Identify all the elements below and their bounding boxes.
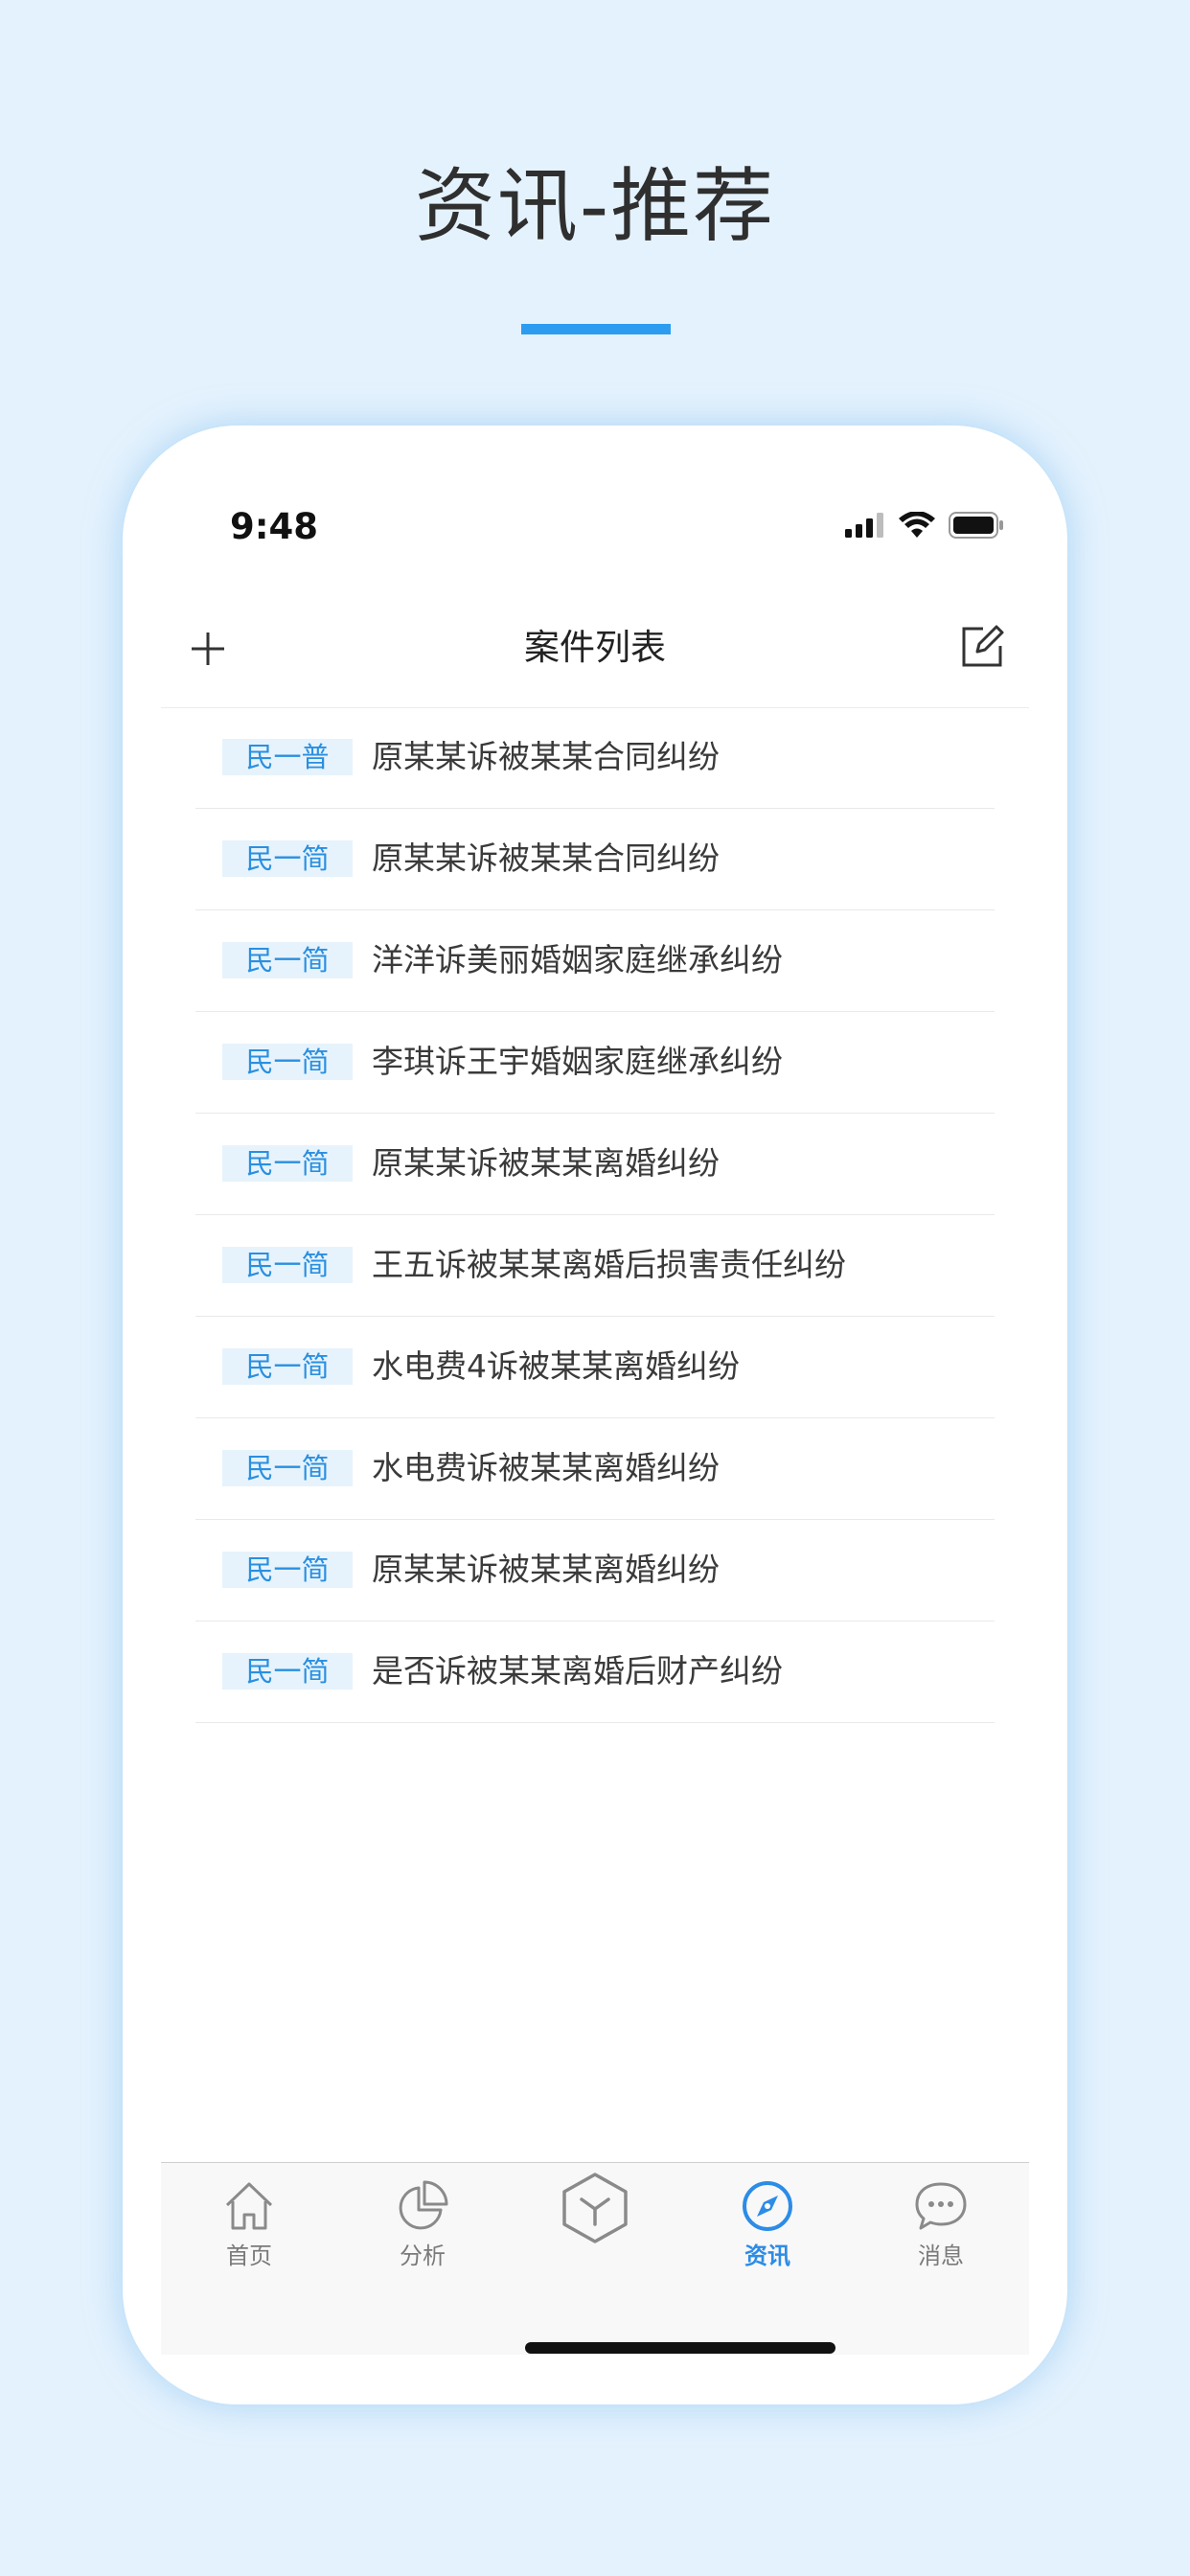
- tab-label: 首页: [226, 2242, 272, 2269]
- case-badge: 民一简: [222, 1145, 353, 1182]
- case-badge: 民一简: [222, 1552, 353, 1588]
- case-row[interactable]: 民一简 原某某诉被某某合同纠纷: [195, 809, 995, 910]
- case-badge: 民一简: [222, 1653, 353, 1690]
- case-row[interactable]: 民一简 李琪诉王宇婚姻家庭继承纠纷: [195, 1012, 995, 1114]
- case-title: 原某某诉被某某离婚纠纷: [372, 1144, 720, 1182]
- case-title: 原某某诉被某某合同纠纷: [372, 738, 720, 775]
- tab-label: 消息: [918, 2242, 964, 2269]
- home-icon: [225, 2182, 273, 2230]
- compass-icon: [743, 2181, 792, 2231]
- headline-underline: [521, 324, 671, 334]
- case-title: 是否诉被某某离婚后财产纠纷: [372, 1652, 783, 1690]
- cube-icon: [562, 2173, 628, 2243]
- page-headline: 资讯-推荐: [414, 159, 776, 253]
- tab-center[interactable]: [538, 2171, 652, 2251]
- tab-analysis[interactable]: 分析: [365, 2178, 480, 2272]
- case-badge: 民一简: [222, 942, 353, 978]
- chat-bubble-icon: [915, 2182, 967, 2230]
- status-time: 9:48: [230, 506, 319, 547]
- status-icons: [845, 512, 1004, 539]
- case-row[interactable]: 民一普 原某某诉被某某合同纠纷: [195, 707, 995, 809]
- tab-bar: 首页 分析 资讯 消息: [161, 2162, 1029, 2355]
- edit-icon[interactable]: [958, 623, 1006, 671]
- case-row[interactable]: 民一简 原某某诉被某某离婚纠纷: [195, 1520, 995, 1622]
- pie-chart-icon: [399, 2180, 448, 2230]
- case-badge: 民一简: [222, 1450, 353, 1486]
- tab-messages[interactable]: 消息: [883, 2178, 998, 2272]
- home-indicator: [525, 2342, 835, 2354]
- phone-frame: 9:48 案件列表 民一普 原某某诉被某某合同纠纷 民一简 原某某诉被某某合同纠…: [123, 426, 1067, 2404]
- case-row[interactable]: 民一简 王五诉被某某离婚后损害责任纠纷: [195, 1215, 995, 1317]
- navigation-bar: 案件列表: [161, 588, 1029, 708]
- case-badge: 民一简: [222, 1247, 353, 1283]
- case-title: 李琪诉王宇婚姻家庭继承纠纷: [372, 1043, 783, 1080]
- battery-icon: [949, 512, 1003, 539]
- case-row[interactable]: 民一简 水电费4诉被某某离婚纠纷: [195, 1317, 995, 1418]
- case-row[interactable]: 民一简 原某某诉被某某离婚纠纷: [195, 1114, 995, 1215]
- cellular-signal-icon: [845, 513, 883, 538]
- case-title: 原某某诉被某某离婚纠纷: [372, 1551, 720, 1588]
- case-list: 民一普 原某某诉被某某合同纠纷 民一简 原某某诉被某某合同纠纷 民一简 洋洋诉美…: [195, 707, 995, 1723]
- tab-home[interactable]: 首页: [192, 2178, 307, 2272]
- case-row[interactable]: 民一简 水电费诉被某某离婚纠纷: [195, 1418, 995, 1520]
- case-badge: 民一简: [222, 1044, 353, 1080]
- wifi-icon: [899, 512, 935, 538]
- case-badge: 民一普: [222, 739, 353, 775]
- case-row[interactable]: 民一简 是否诉被某某离婚后财产纠纷: [195, 1622, 995, 1723]
- case-title: 水电费诉被某某离婚纠纷: [372, 1449, 720, 1486]
- nav-title: 案件列表: [524, 627, 666, 668]
- tab-news[interactable]: 资讯: [710, 2178, 825, 2272]
- case-title: 原某某诉被某某合同纠纷: [372, 840, 720, 877]
- tab-label: 分析: [400, 2242, 446, 2269]
- tab-label: 资讯: [744, 2242, 790, 2269]
- case-title: 王五诉被某某离婚后损害责任纠纷: [372, 1246, 846, 1283]
- case-title: 洋洋诉美丽婚姻家庭继承纠纷: [372, 941, 783, 978]
- case-title: 水电费4诉被某某离婚纠纷: [372, 1347, 740, 1385]
- case-badge: 民一简: [222, 840, 353, 877]
- case-badge: 民一简: [222, 1348, 353, 1385]
- case-row[interactable]: 民一简 洋洋诉美丽婚姻家庭继承纠纷: [195, 910, 995, 1012]
